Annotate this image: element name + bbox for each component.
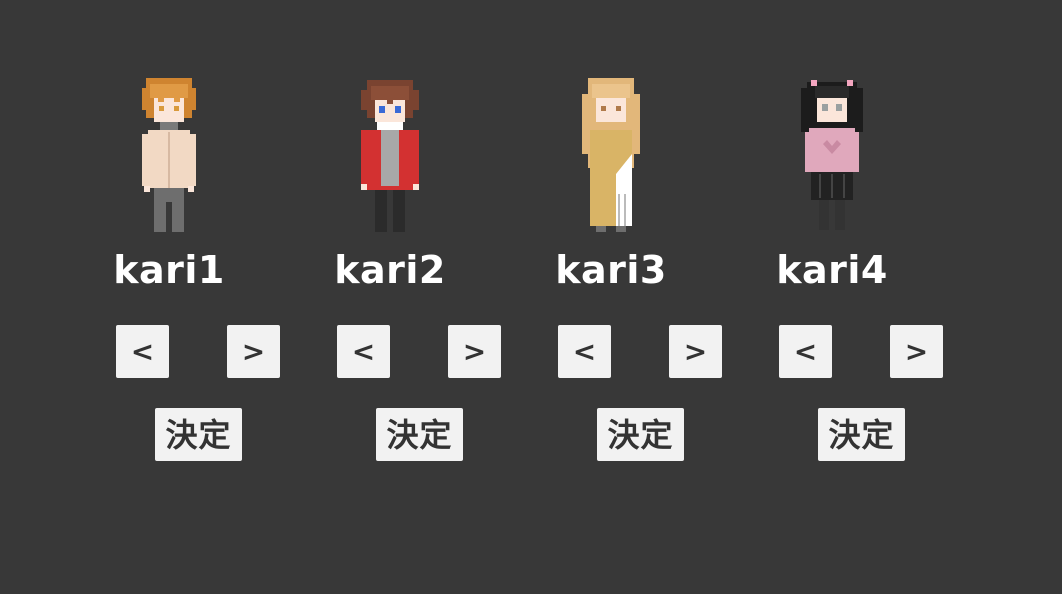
character-sprite-kari1 [142,78,196,232]
next-button[interactable]: > [448,325,501,378]
character-sprite-kari2 [361,80,419,232]
character-slot-3: kari3 < > 決定 [521,0,722,594]
character-name: kari3 [555,248,667,292]
confirm-button[interactable]: 決定 [376,408,463,461]
confirm-button[interactable]: 決定 [155,408,242,461]
prev-button[interactable]: < [116,325,169,378]
confirm-button[interactable]: 決定 [597,408,684,461]
character-slot-4: kari4 < > 決定 [742,0,943,594]
character-name: kari1 [113,248,225,292]
prev-button[interactable]: < [337,325,390,378]
character-slot-2: kari2 < > 決定 [300,0,501,594]
next-button[interactable]: > [227,325,280,378]
character-slot-1: kari1 < > 決定 [79,0,280,594]
confirm-button[interactable]: 決定 [818,408,905,461]
character-name: kari2 [334,248,446,292]
next-button[interactable]: > [669,325,722,378]
prev-button[interactable]: < [779,325,832,378]
character-sprite-kari3 [582,78,640,232]
character-sprite-kari4 [801,80,863,230]
character-name: kari4 [776,248,888,292]
prev-button[interactable]: < [558,325,611,378]
next-button[interactable]: > [890,325,943,378]
